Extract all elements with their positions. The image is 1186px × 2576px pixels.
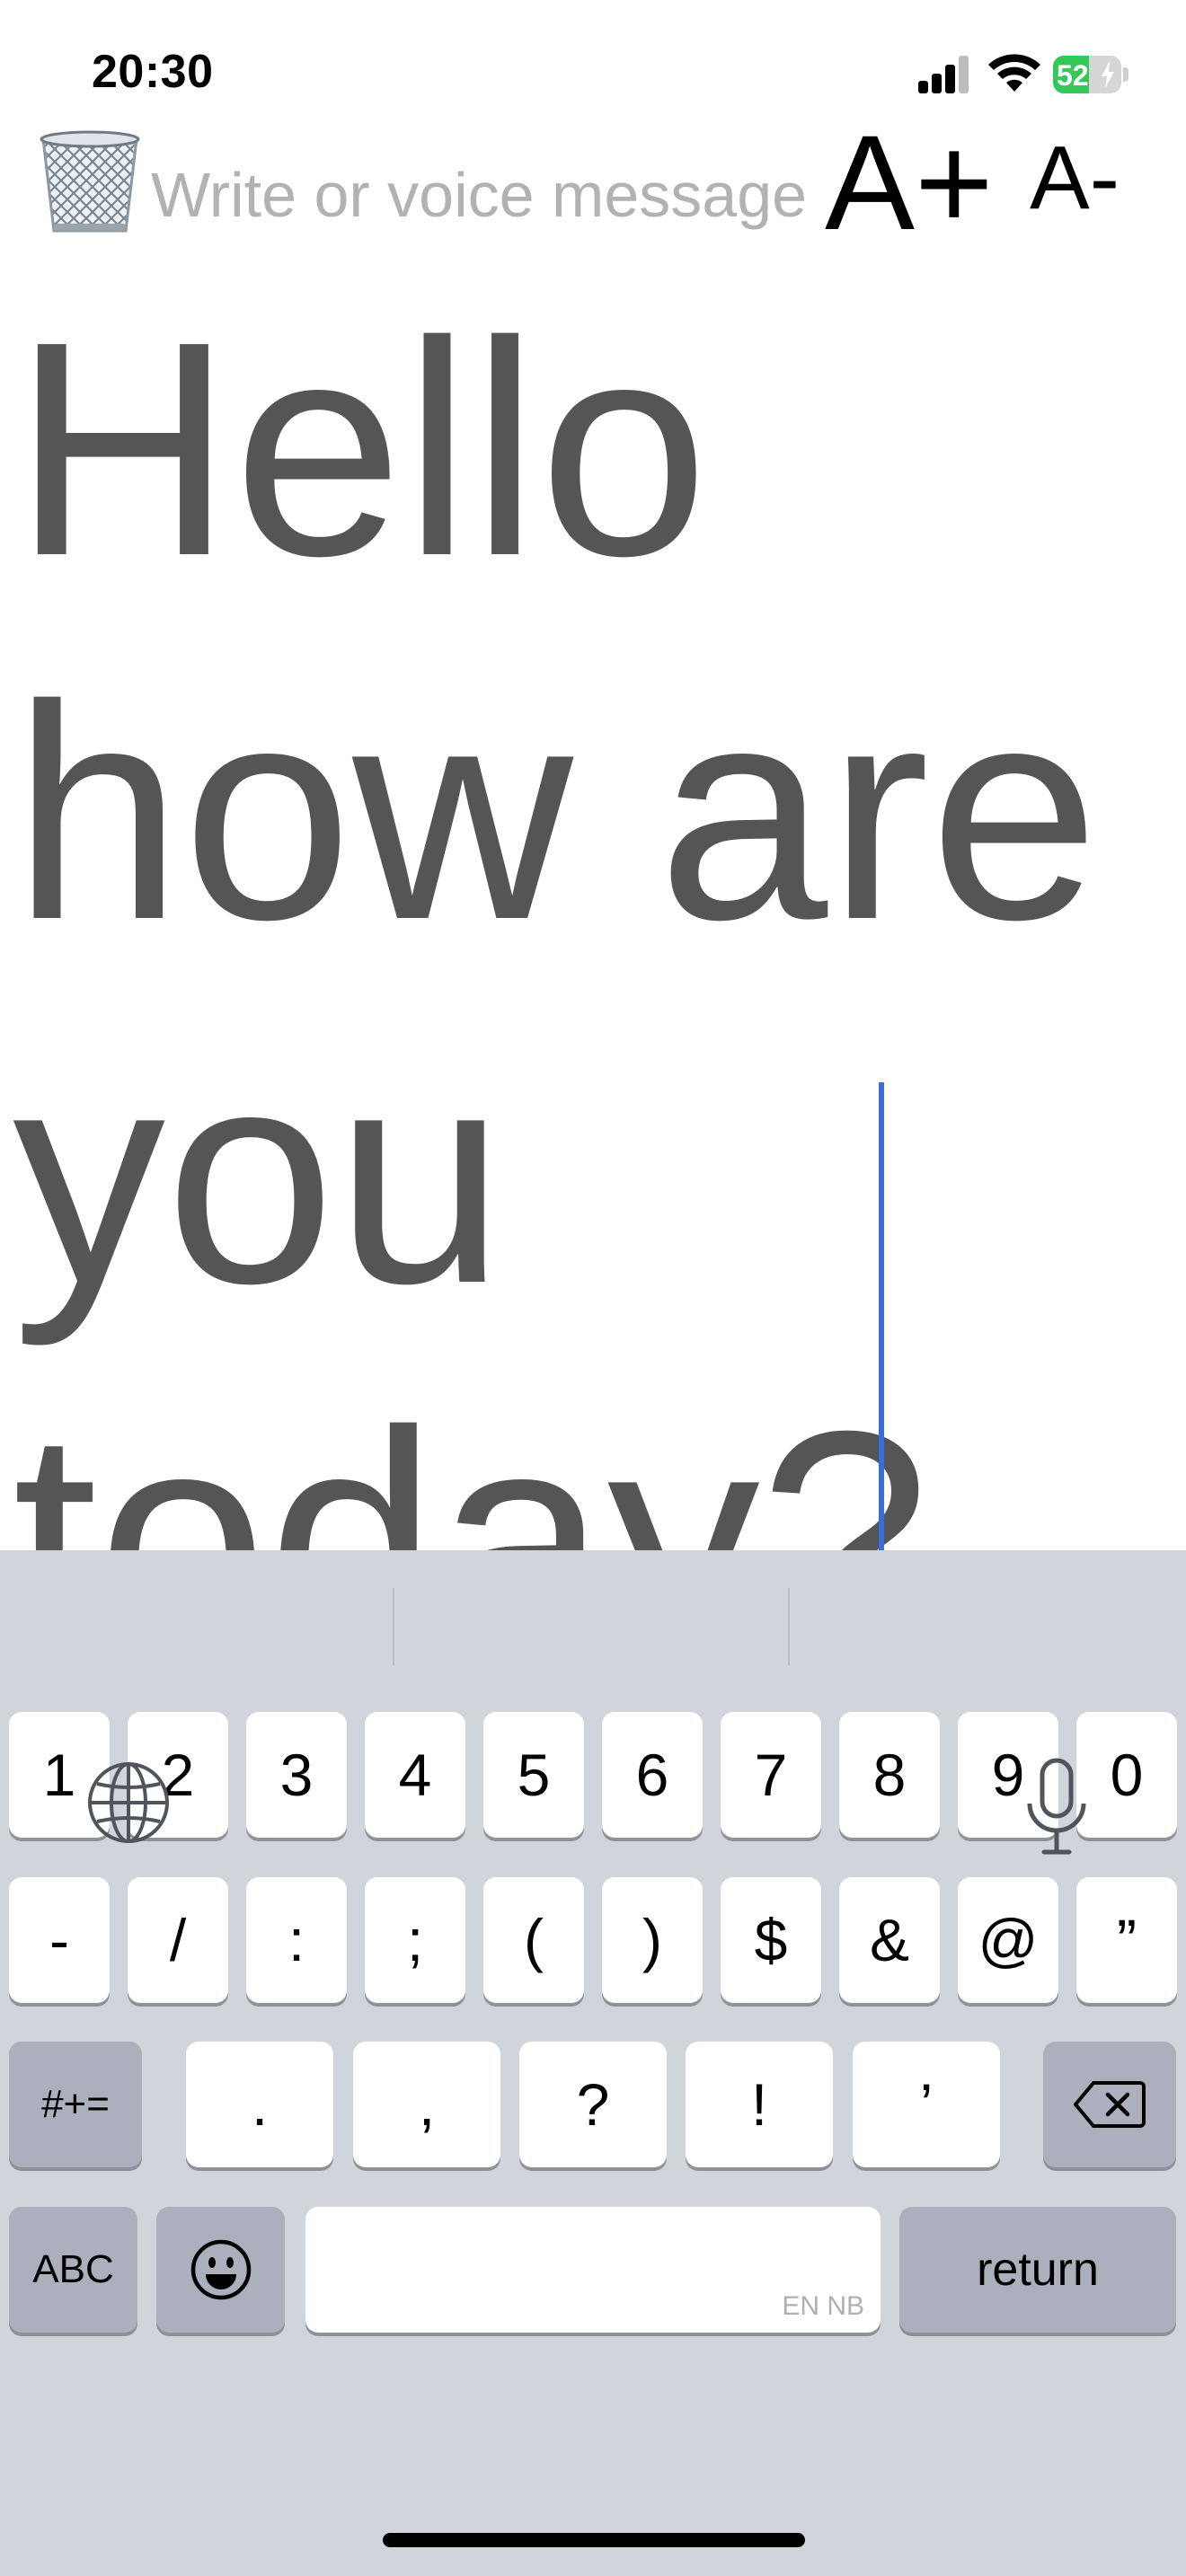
delete-button[interactable] xyxy=(1043,2042,1176,2167)
emoji-icon xyxy=(190,2239,251,2300)
key-at[interactable]: @ xyxy=(958,1877,1058,2003)
abc-key[interactable]: ABC xyxy=(9,2207,137,2333)
key-8[interactable]: 8 xyxy=(839,1712,940,1838)
key-6[interactable]: 6 xyxy=(602,1712,703,1838)
signal-icon xyxy=(918,52,972,93)
space-language-label: EN NB xyxy=(782,2291,864,2321)
microphone-icon[interactable] xyxy=(1024,1757,1089,1857)
battery-charging-icon: 52 xyxy=(1053,56,1130,93)
message-input[interactable] xyxy=(151,154,816,235)
globe-icon[interactable] xyxy=(86,1760,171,1845)
space-bar[interactable]: EN NB xyxy=(305,2207,881,2333)
key-semicolon[interactable]: ; xyxy=(365,1877,465,2003)
key-colon[interactable]: : xyxy=(246,1877,347,2003)
key-7[interactable]: 7 xyxy=(721,1712,821,1838)
battery-percent: 52 xyxy=(1057,59,1089,92)
text-cursor xyxy=(879,1082,884,1558)
key-0[interactable]: 0 xyxy=(1076,1712,1177,1838)
return-key[interactable]: return xyxy=(899,2207,1176,2333)
key-slash[interactable]: / xyxy=(128,1877,228,2003)
status-time: 20:30 xyxy=(92,46,214,98)
key-quote[interactable]: ” xyxy=(1076,1877,1177,2003)
font-decrease-button[interactable]: A- xyxy=(1030,133,1120,223)
key-comma[interactable]: , xyxy=(353,2042,500,2167)
wastebasket-icon[interactable] xyxy=(36,130,144,236)
key-5[interactable]: 5 xyxy=(483,1712,584,1838)
font-increase-button[interactable]: A+ xyxy=(825,115,994,250)
key-period[interactable]: . xyxy=(186,2042,333,2167)
key-question[interactable]: ? xyxy=(519,2042,667,2167)
suggestion-divider xyxy=(788,1588,790,1665)
message-line: today? xyxy=(13,1368,930,1550)
key-apostrophe[interactable]: ’ xyxy=(853,2042,1000,2167)
symbols-mode-key[interactable]: #+= xyxy=(9,2042,142,2167)
key-dollar[interactable]: $ xyxy=(721,1877,821,2003)
message-line: how are xyxy=(13,642,1100,984)
key-hyphen[interactable]: - xyxy=(9,1877,110,2003)
key-ampersand[interactable]: & xyxy=(839,1877,940,2003)
wifi-icon xyxy=(988,54,1040,92)
home-indicator xyxy=(383,2533,805,2547)
key-4[interactable]: 4 xyxy=(365,1712,465,1838)
emoji-button[interactable] xyxy=(156,2207,285,2333)
key-open-paren[interactable]: ( xyxy=(483,1877,584,2003)
message-line: Hello xyxy=(13,278,709,620)
key-exclamation[interactable]: ! xyxy=(686,2042,833,2167)
suggestion-divider xyxy=(393,1588,394,1665)
delete-icon xyxy=(1074,2081,1146,2128)
key-close-paren[interactable]: ) xyxy=(602,1877,703,2003)
keyboard: 1 2 3 4 5 6 7 8 9 0 - / : ; ( ) $ & @ ” … xyxy=(0,1550,1186,2576)
message-display[interactable]: Hello how are you today? xyxy=(0,260,1186,1550)
key-3[interactable]: 3 xyxy=(246,1712,347,1838)
message-line: you xyxy=(13,1006,506,1347)
